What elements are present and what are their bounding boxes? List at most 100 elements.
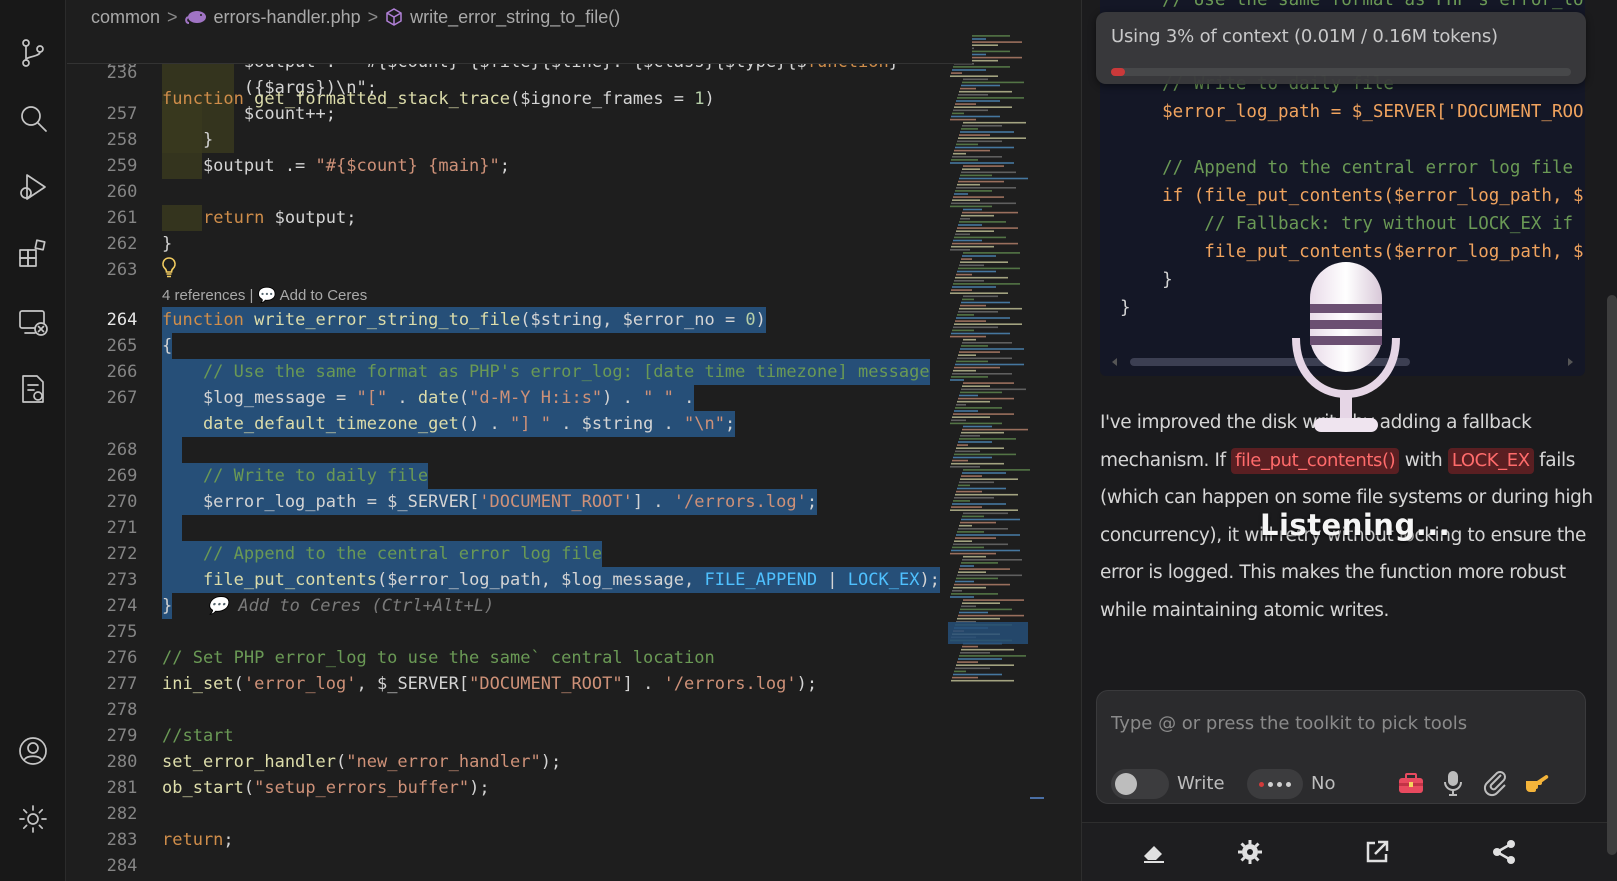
code-line[interactable]: 279 //start: [67, 723, 927, 749]
code-text: file_put_contents($error_log_path, $log_…: [162, 567, 940, 593]
breadcrumb: common > errors-handler.php > write_erro…: [91, 4, 620, 30]
code-line[interactable]: 284: [67, 853, 927, 879]
response-code-line: // Append to the central error log file: [1120, 158, 1574, 178]
comment-icon: 💬: [207, 596, 239, 616]
code-text: // Append to the central error log file: [162, 541, 603, 567]
external-link-icon[interactable]: [1363, 838, 1391, 866]
line-number: 283: [106, 830, 138, 850]
code-text: $output .= "#{$count} {main}";: [162, 156, 511, 176]
search-icon[interactable]: [16, 102, 50, 136]
code-line[interactable]: 281 ob_start("setup_errors_buffer");: [67, 775, 927, 801]
source-control-icon[interactable]: [16, 36, 50, 70]
line-number: 267: [106, 388, 138, 408]
panel-scrollbar[interactable]: [1607, 295, 1617, 855]
breadcrumb-symbol[interactable]: write_error_string_to_file(): [410, 7, 620, 28]
pointing-hand-icon[interactable]: [1521, 767, 1553, 799]
line-number: 272: [106, 544, 138, 564]
sticky-scroll-header[interactable]: 236 function get_formatted_stack_trace($…: [67, 30, 972, 109]
context-usage-text: Using 3% of context (0.01M / 0.16M token…: [1111, 26, 1498, 47]
code-line[interactable]: 276 // Set PHP error_log to use the same`…: [67, 645, 927, 671]
breadcrumb-file[interactable]: errors-handler.php: [214, 7, 361, 28]
code-text: [162, 515, 183, 541]
code-text: // Use the same format as PHP's error_lo…: [162, 359, 930, 385]
code-line[interactable]: 261 return $output;: [67, 205, 927, 231]
code-text: // Write to daily file: [162, 463, 429, 489]
code-text: ob_start("setup_errors_buffer");: [162, 778, 490, 798]
ai-chat-panel: // Use the same format as PHP's error_lo…: [1081, 0, 1617, 881]
run-debug-icon[interactable]: [16, 170, 50, 204]
code-line[interactable]: 260: [67, 179, 927, 205]
chevron-right-icon: >: [167, 6, 178, 27]
breadcrumb-folder[interactable]: common: [91, 7, 160, 28]
panel-bottom-toolbar: [1082, 822, 1617, 881]
code-line[interactable]: 266 // Use the same format as PHP's erro…: [67, 359, 930, 385]
share-icon[interactable]: [1490, 838, 1518, 866]
line-number: 236: [106, 63, 138, 83]
code-line[interactable]: 268: [67, 437, 927, 463]
code-text: $log_message = "[" . date("d-M-Y H:i:s")…: [162, 385, 695, 411]
minimap[interactable]: [948, 30, 1030, 850]
code-editor[interactable]: common > errors-handler.php > write_erro…: [67, 0, 1079, 881]
code-line[interactable]: 262}: [67, 231, 927, 257]
code-line[interactable]: 258 }: [67, 127, 927, 153]
chat-input[interactable]: [1111, 713, 1571, 734]
eraser-icon[interactable]: [1140, 838, 1168, 866]
line-number: 273: [106, 570, 138, 590]
notes-icon[interactable]: [16, 372, 50, 406]
chevron-right-icon: >: [367, 6, 379, 27]
code-text: return;: [162, 830, 234, 850]
toolbox-icon[interactable]: [1395, 767, 1427, 799]
lightbulb-icon[interactable]: [160, 256, 178, 278]
no-label: No: [1311, 773, 1336, 794]
response-code-line: // Fallback: try without LOCK_EX if: [1120, 214, 1574, 234]
line-number: 274: [106, 596, 138, 616]
code-line[interactable]: 271: [67, 515, 927, 541]
write-label: Write: [1177, 773, 1225, 794]
microphone-icon[interactable]: [1437, 767, 1469, 799]
code-line[interactable]: 267 $log_message = "[" . date("d-M-Y H:i…: [67, 385, 927, 411]
codelens-references[interactable]: 4 references |: [162, 287, 258, 304]
code-line[interactable]: 272 // Append to the central error log f…: [67, 541, 927, 567]
line-number: 284: [106, 856, 138, 876]
gear-icon[interactable]: [1236, 838, 1264, 866]
context-usage-fill: [1111, 68, 1125, 76]
editor-scrollbar[interactable]: [1030, 0, 1044, 881]
line-number: 269: [106, 466, 138, 486]
chat-composer: Write No: [1096, 690, 1586, 804]
line-number: 262: [106, 234, 138, 254]
code-line[interactable]: 265 {: [67, 333, 927, 359]
code-line[interactable]: 283 return;: [67, 827, 927, 853]
code-text: //start: [162, 726, 234, 746]
code-line[interactable]: 282: [67, 801, 927, 827]
settings-gear-icon[interactable]: [16, 802, 50, 836]
write-toggle[interactable]: [1111, 769, 1169, 799]
php-elephant-icon: [184, 11, 206, 24]
code-line[interactable]: 278: [67, 697, 927, 723]
code-line[interactable]: 259 $output .= "#{$count} {main}";: [67, 153, 927, 179]
line-number: 266: [106, 362, 138, 382]
code-line[interactable]: 263: [67, 257, 927, 283]
mode-dots-toggle[interactable]: [1247, 769, 1303, 799]
code-line[interactable]: 270 $error_log_path = $_SERVER['DOCUMENT…: [67, 489, 927, 515]
code-line[interactable]: 275: [67, 619, 927, 645]
line-number: 259: [106, 156, 138, 176]
code-line[interactable]: 269 // Write to daily file: [67, 463, 927, 489]
code-line[interactable]: 273 file_put_contents($error_log_path, $…: [67, 567, 940, 593]
code-text: }: [162, 593, 173, 619]
code-line[interactable]: 277 ini_set('error_log', $_SERVER["DOCUME…: [67, 671, 927, 697]
code-line[interactable]: 274}: [67, 593, 927, 619]
code-line[interactable]: 264 function write_error_string_to_file($…: [67, 307, 927, 333]
inline-code-tag: file_put_contents(): [1231, 447, 1400, 474]
code-text: }: [162, 234, 173, 254]
extensions-icon[interactable]: [16, 237, 50, 271]
code-line[interactable]: date_default_timezone_get() . "] " . $st…: [67, 411, 927, 437]
response-code-line: $error_log_path = $_SERVER['DOCUMENT_ROO: [1120, 102, 1584, 122]
account-icon[interactable]: [16, 734, 50, 768]
attach-icon[interactable]: [1479, 767, 1511, 799]
codelens-add-to-ceres[interactable]: Add to Ceres: [280, 287, 368, 304]
activity-bar: [0, 0, 66, 881]
code-line[interactable]: 280 set_error_handler("new_error_handler"…: [67, 749, 927, 775]
remote-explorer-icon[interactable]: [16, 305, 50, 339]
